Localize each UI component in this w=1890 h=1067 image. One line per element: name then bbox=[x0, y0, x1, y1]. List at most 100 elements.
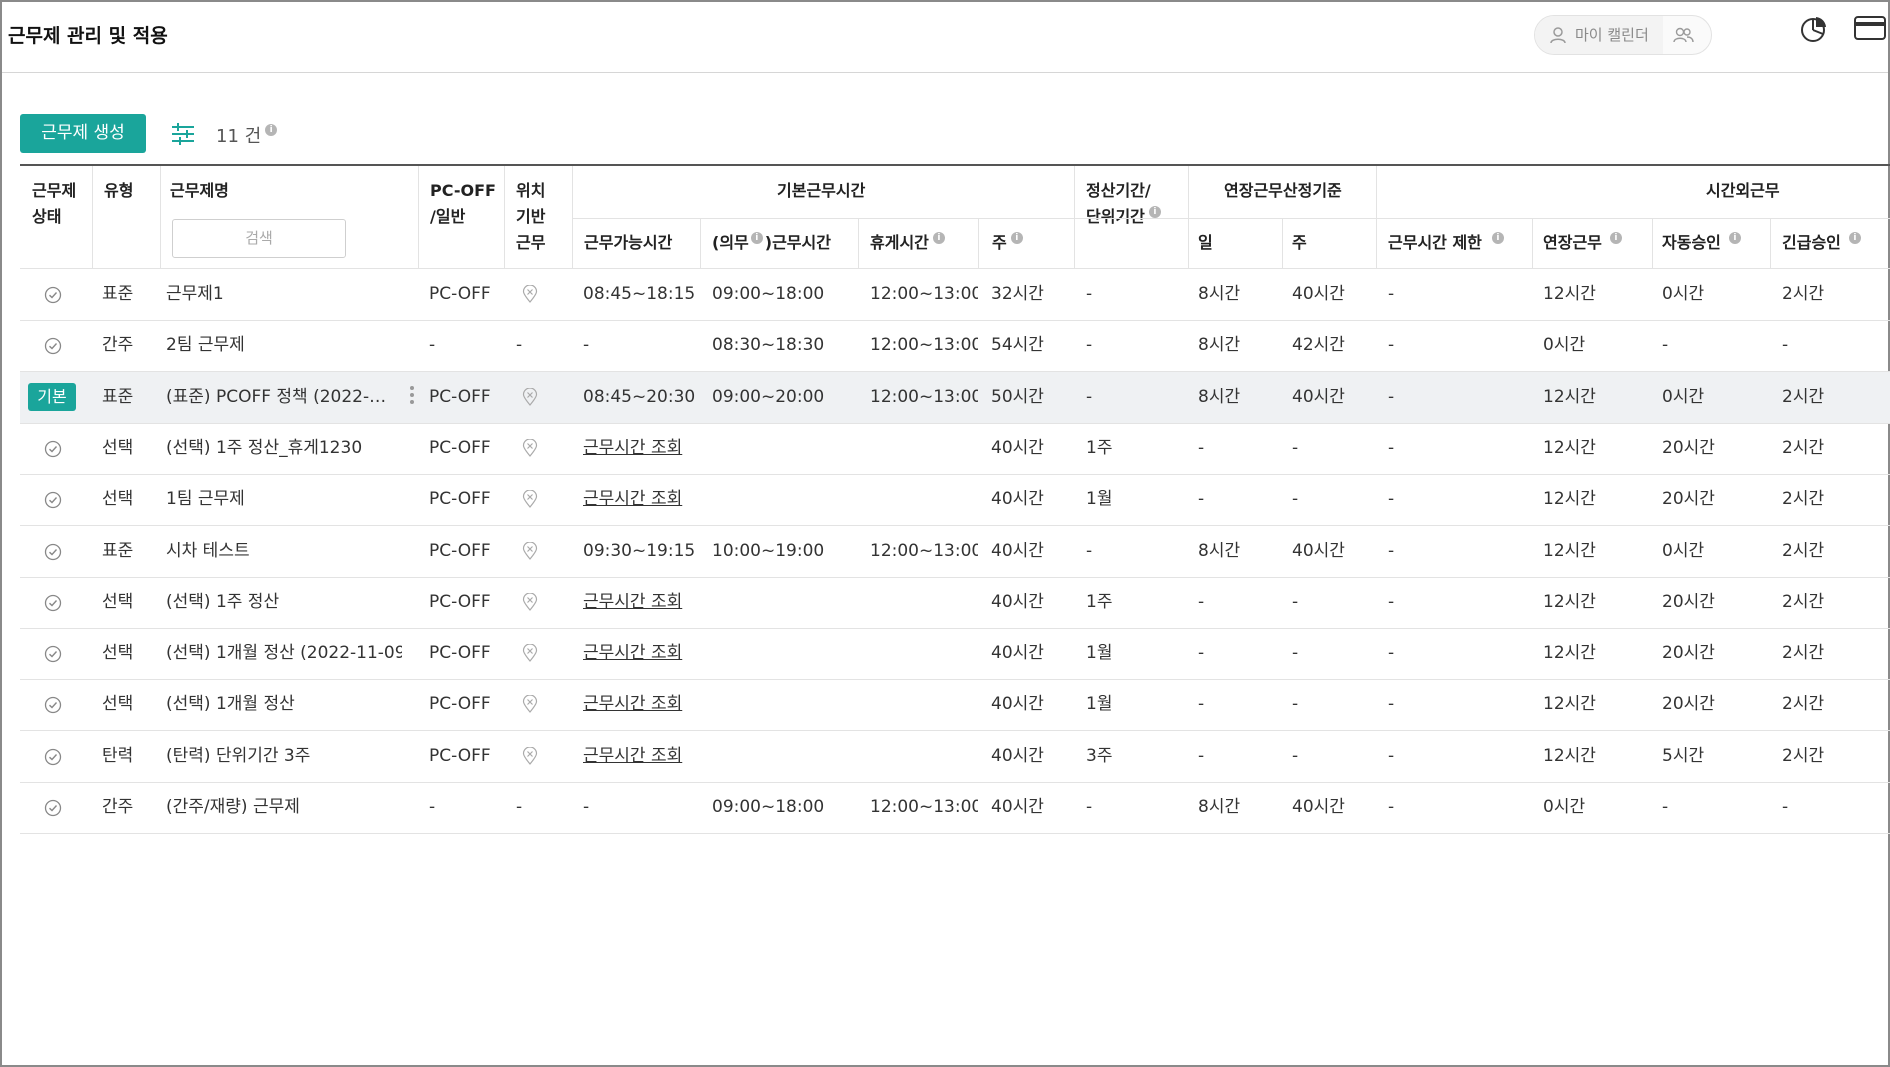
check-circle-icon[interactable] bbox=[44, 799, 62, 817]
name-search-input[interactable]: 검색 bbox=[172, 219, 346, 258]
emergency-approval-cell-text: 2시간 bbox=[1782, 386, 1825, 407]
break-time-cell-text: 12:00~13:00 bbox=[870, 540, 978, 561]
name-cell[interactable]: (선택) 1주 정산 bbox=[166, 577, 402, 628]
auto-approval-cell: 20시간 bbox=[1662, 474, 1770, 525]
info-icon[interactable]: i bbox=[1491, 232, 1504, 244]
view-hours-link[interactable]: 근무시간 조회 bbox=[583, 746, 682, 766]
view-hours-link[interactable]: 근무시간 조회 bbox=[583, 438, 682, 458]
info-icon[interactable]: i bbox=[1609, 232, 1622, 244]
location-cell bbox=[522, 577, 572, 628]
table-row[interactable]: 표준 근무제1 PC-OFF 08:45~18:15 09:00~18:00 1… bbox=[20, 269, 1890, 321]
header-col-divider bbox=[572, 166, 573, 269]
check-circle-icon[interactable] bbox=[44, 491, 62, 509]
status-cell bbox=[44, 474, 104, 525]
info-icon[interactable]: i bbox=[1148, 206, 1161, 218]
group-users-icon[interactable] bbox=[1673, 26, 1695, 44]
info-icon[interactable]: i bbox=[750, 232, 763, 244]
name-cell[interactable]: (선택) 1주 정산_휴게1230 bbox=[166, 423, 402, 474]
card-icon[interactable] bbox=[1854, 14, 1886, 42]
check-circle-icon[interactable] bbox=[44, 440, 62, 458]
auto-approval-cell-text: 0시간 bbox=[1662, 284, 1705, 304]
pcoff-cell-text: PC-OFF bbox=[429, 437, 491, 458]
calendar-switch[interactable]: 마이 캘린더 bbox=[1534, 15, 1712, 55]
check-circle-icon[interactable] bbox=[44, 594, 62, 612]
table-row[interactable]: 선택 (선택) 1개월 정산 PC-OFF 근무시간 조회 40시간 1월 - … bbox=[20, 679, 1890, 732]
col-header-overtime-label: 연장근무 bbox=[1543, 233, 1602, 252]
weekly-hours-cell-text: 54시간 bbox=[991, 335, 1044, 356]
info-icon[interactable]: i bbox=[265, 124, 278, 136]
check-circle-icon[interactable] bbox=[44, 543, 62, 561]
view-hours-link[interactable]: 근무시간 조회 bbox=[583, 592, 682, 612]
available-hours-cell: 근무시간 조회 bbox=[583, 423, 700, 474]
name-cell[interactable]: 2팀 근무제 bbox=[166, 320, 402, 371]
view-hours-link[interactable]: 근무시간 조회 bbox=[583, 694, 682, 714]
more-menu-icon[interactable] bbox=[410, 385, 414, 407]
name-cell[interactable]: 근무제1 bbox=[166, 269, 402, 320]
auto-approval-cell-text: 0시간 bbox=[1662, 540, 1705, 561]
table-row[interactable]: 표준 시차 테스트 PC-OFF 09:30~19:15 10:00~19:00… bbox=[20, 526, 1890, 578]
name-cell[interactable]: 1팀 근무제 bbox=[166, 474, 402, 525]
limit-cell: - bbox=[1388, 474, 1532, 525]
location-off-icon bbox=[522, 746, 538, 765]
info-icon[interactable]: i bbox=[932, 232, 945, 244]
view-hours-link[interactable]: 근무시간 조회 bbox=[583, 489, 682, 509]
name-cell[interactable]: (간주/재량) 근무제 bbox=[166, 782, 402, 833]
ot-day-cell-text: - bbox=[1198, 694, 1205, 715]
table-row[interactable]: 탄력 (탄력) 단위기간 3주 PC-OFF 근무시간 조회 40시간 3주 -… bbox=[20, 731, 1890, 783]
emergency-approval-cell: 2시간 bbox=[1782, 372, 1882, 423]
result-count-label: 11 건 bbox=[216, 126, 262, 147]
limit-cell-text: - bbox=[1388, 489, 1395, 510]
mandatory-hours-cell: 08:30~18:30 bbox=[712, 320, 858, 371]
overtime-cell-text: 0시간 bbox=[1543, 797, 1586, 817]
col-header-settlement-line2: 단위기간 i bbox=[1086, 204, 1161, 230]
name-cell[interactable]: (표준) PCOFF 정책 (2022-… bbox=[166, 372, 402, 423]
info-icon[interactable]: i bbox=[1728, 232, 1741, 244]
ot-day-cell-text: 8시간 bbox=[1198, 386, 1241, 407]
check-circle-icon[interactable] bbox=[44, 286, 62, 304]
my-calendar-button[interactable]: 마이 캘린더 bbox=[1535, 16, 1663, 54]
create-work-system-button[interactable]: 근무제 생성 bbox=[20, 114, 146, 153]
filter-settings-icon[interactable] bbox=[170, 122, 196, 146]
table-row[interactable]: 간주 2팀 근무제 - - - 08:30~18:30 12:00~13:00 … bbox=[20, 320, 1890, 373]
header-col-divider bbox=[858, 218, 859, 269]
check-circle-icon[interactable] bbox=[44, 748, 62, 766]
mandatory-hours-cell bbox=[712, 679, 858, 730]
location-cell-text: - bbox=[516, 797, 523, 817]
overtime-cell: 12시간 bbox=[1543, 423, 1652, 474]
table-row[interactable]: 선택 (선택) 1주 정산 PC-OFF 근무시간 조회 40시간 1주 - -… bbox=[20, 577, 1890, 629]
view-hours-link[interactable]: 근무시간 조회 bbox=[583, 643, 682, 663]
table-row[interactable]: 선택 (선택) 1주 정산_휴게1230 PC-OFF 근무시간 조회 40시간… bbox=[20, 423, 1890, 475]
ot-day-cell-text: - bbox=[1198, 745, 1205, 766]
info-icon[interactable]: i bbox=[1848, 232, 1861, 244]
weekly-hours-cell: 40시간 bbox=[991, 628, 1074, 679]
check-circle-icon[interactable] bbox=[44, 645, 62, 663]
ot-week-cell: 40시간 bbox=[1292, 782, 1376, 833]
table-row[interactable]: 선택 (선택) 1개월 정산 (2022-11-09) PC-OFF 근무시간 … bbox=[20, 628, 1890, 681]
name-cell[interactable]: (선택) 1개월 정산 bbox=[166, 679, 402, 730]
table-row[interactable]: 선택 1팀 근무제 PC-OFF 근무시간 조회 40시간 1월 - - - 1… bbox=[20, 474, 1890, 527]
name-cell[interactable]: 시차 테스트 bbox=[166, 526, 402, 577]
table-row[interactable]: 기본 표준 (표준) PCOFF 정책 (2022-… PC-OFF 08:45… bbox=[20, 371, 1890, 424]
table-row[interactable]: 간주 (간주/재량) 근무제 - - - 09:00~18:00 12:00~1… bbox=[20, 782, 1890, 834]
mandatory-hours-cell-text: 10:00~19:00 bbox=[712, 540, 825, 561]
auto-approval-cell-text: 20시간 bbox=[1662, 591, 1715, 612]
col-header-settlement: 정산기간/ 단위기간 i bbox=[1086, 178, 1161, 230]
col-header-mandatory-part1: (의무 bbox=[712, 233, 749, 252]
ot-day-cell: - bbox=[1198, 731, 1282, 782]
weekly-hours-cell-text: 40시간 bbox=[991, 797, 1044, 817]
col-header-week: 주i bbox=[992, 230, 1023, 256]
name-cell[interactable]: (탄력) 단위기간 3주 bbox=[166, 731, 402, 782]
ot-day-cell-text: - bbox=[1198, 437, 1205, 458]
header-col-divider bbox=[1532, 218, 1533, 269]
settlement-period-cell: - bbox=[1086, 782, 1186, 833]
check-circle-icon[interactable] bbox=[44, 337, 62, 355]
col-header-auto: 자동승인 i bbox=[1662, 230, 1741, 256]
check-circle-icon[interactable] bbox=[44, 696, 62, 714]
name-cell[interactable]: (선택) 1개월 정산 (2022-11-09) bbox=[166, 628, 402, 679]
available-hours-cell-text: 08:45~18:15 bbox=[583, 284, 696, 304]
emergency-approval-cell-text: - bbox=[1782, 797, 1789, 817]
ot-day-cell: 8시간 bbox=[1198, 526, 1282, 577]
pie-chart-icon[interactable] bbox=[1799, 14, 1829, 44]
auto-approval-cell: - bbox=[1662, 782, 1770, 833]
info-icon[interactable]: i bbox=[1010, 232, 1023, 244]
